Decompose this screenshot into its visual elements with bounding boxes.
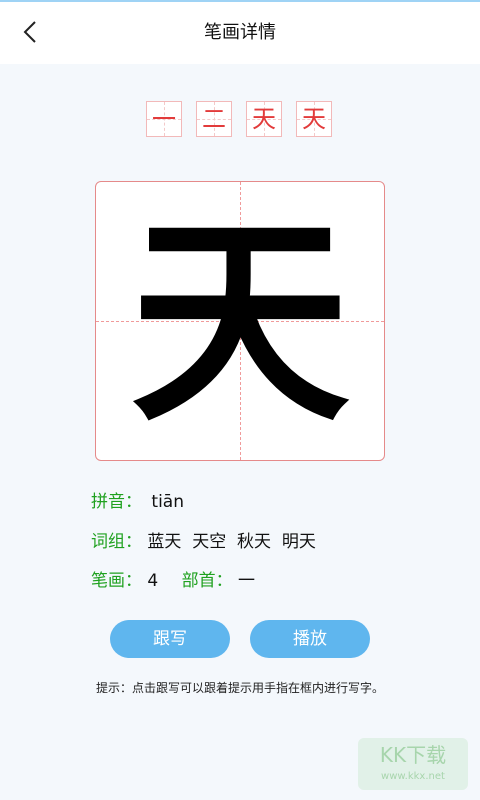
stroke-step-glyph: 二 <box>202 105 226 133</box>
strokes-radical-row: 笔画： 4 部首： 一 <box>91 566 255 591</box>
stroke-order-list: 一 二 天 天 <box>146 101 332 137</box>
stroke-step: 一 <box>146 101 182 137</box>
stroke-step-glyph: 一 <box>152 105 176 133</box>
radical-label: 部首： <box>181 571 233 591</box>
pinyin-value: tiān <box>151 492 184 512</box>
play-button[interactable]: 播放 <box>250 620 370 658</box>
words-row: 词组： 蓝天 天空 秋天 明天 <box>91 527 316 552</box>
radical-value: 一 <box>238 571 256 591</box>
stroke-step: 天 <box>246 101 282 137</box>
stroke-step: 天 <box>296 101 332 137</box>
app-header: 笔画详情 <box>0 2 480 64</box>
stroke-step: 二 <box>196 101 232 137</box>
writing-board[interactable]: 天 <box>95 181 385 461</box>
tip-text: 提示：点击跟写可以跟着提示用手指在框内进行写字。 <box>95 681 384 695</box>
trace-button[interactable]: 跟写 <box>110 620 230 658</box>
words-label: 词组： <box>91 532 142 552</box>
watermark-text: KK下载 <box>379 743 447 767</box>
watermark-url: www.kkx.net <box>381 771 445 782</box>
watermark-logo: KK下载 www.kkx.net <box>358 738 468 790</box>
pinyin-row: 拼音： tiān <box>91 487 184 512</box>
words-value: 蓝天 天空 秋天 明天 <box>147 532 316 552</box>
pinyin-label: 拼音： <box>91 492 142 512</box>
strokes-label: 笔画： <box>91 571 142 591</box>
stroke-step-glyph: 天 <box>302 105 326 133</box>
stroke-count: 4 <box>147 571 159 591</box>
character-display: 天 <box>129 192 350 451</box>
stroke-step-glyph: 天 <box>252 105 276 133</box>
page-title: 笔画详情 <box>204 22 276 43</box>
